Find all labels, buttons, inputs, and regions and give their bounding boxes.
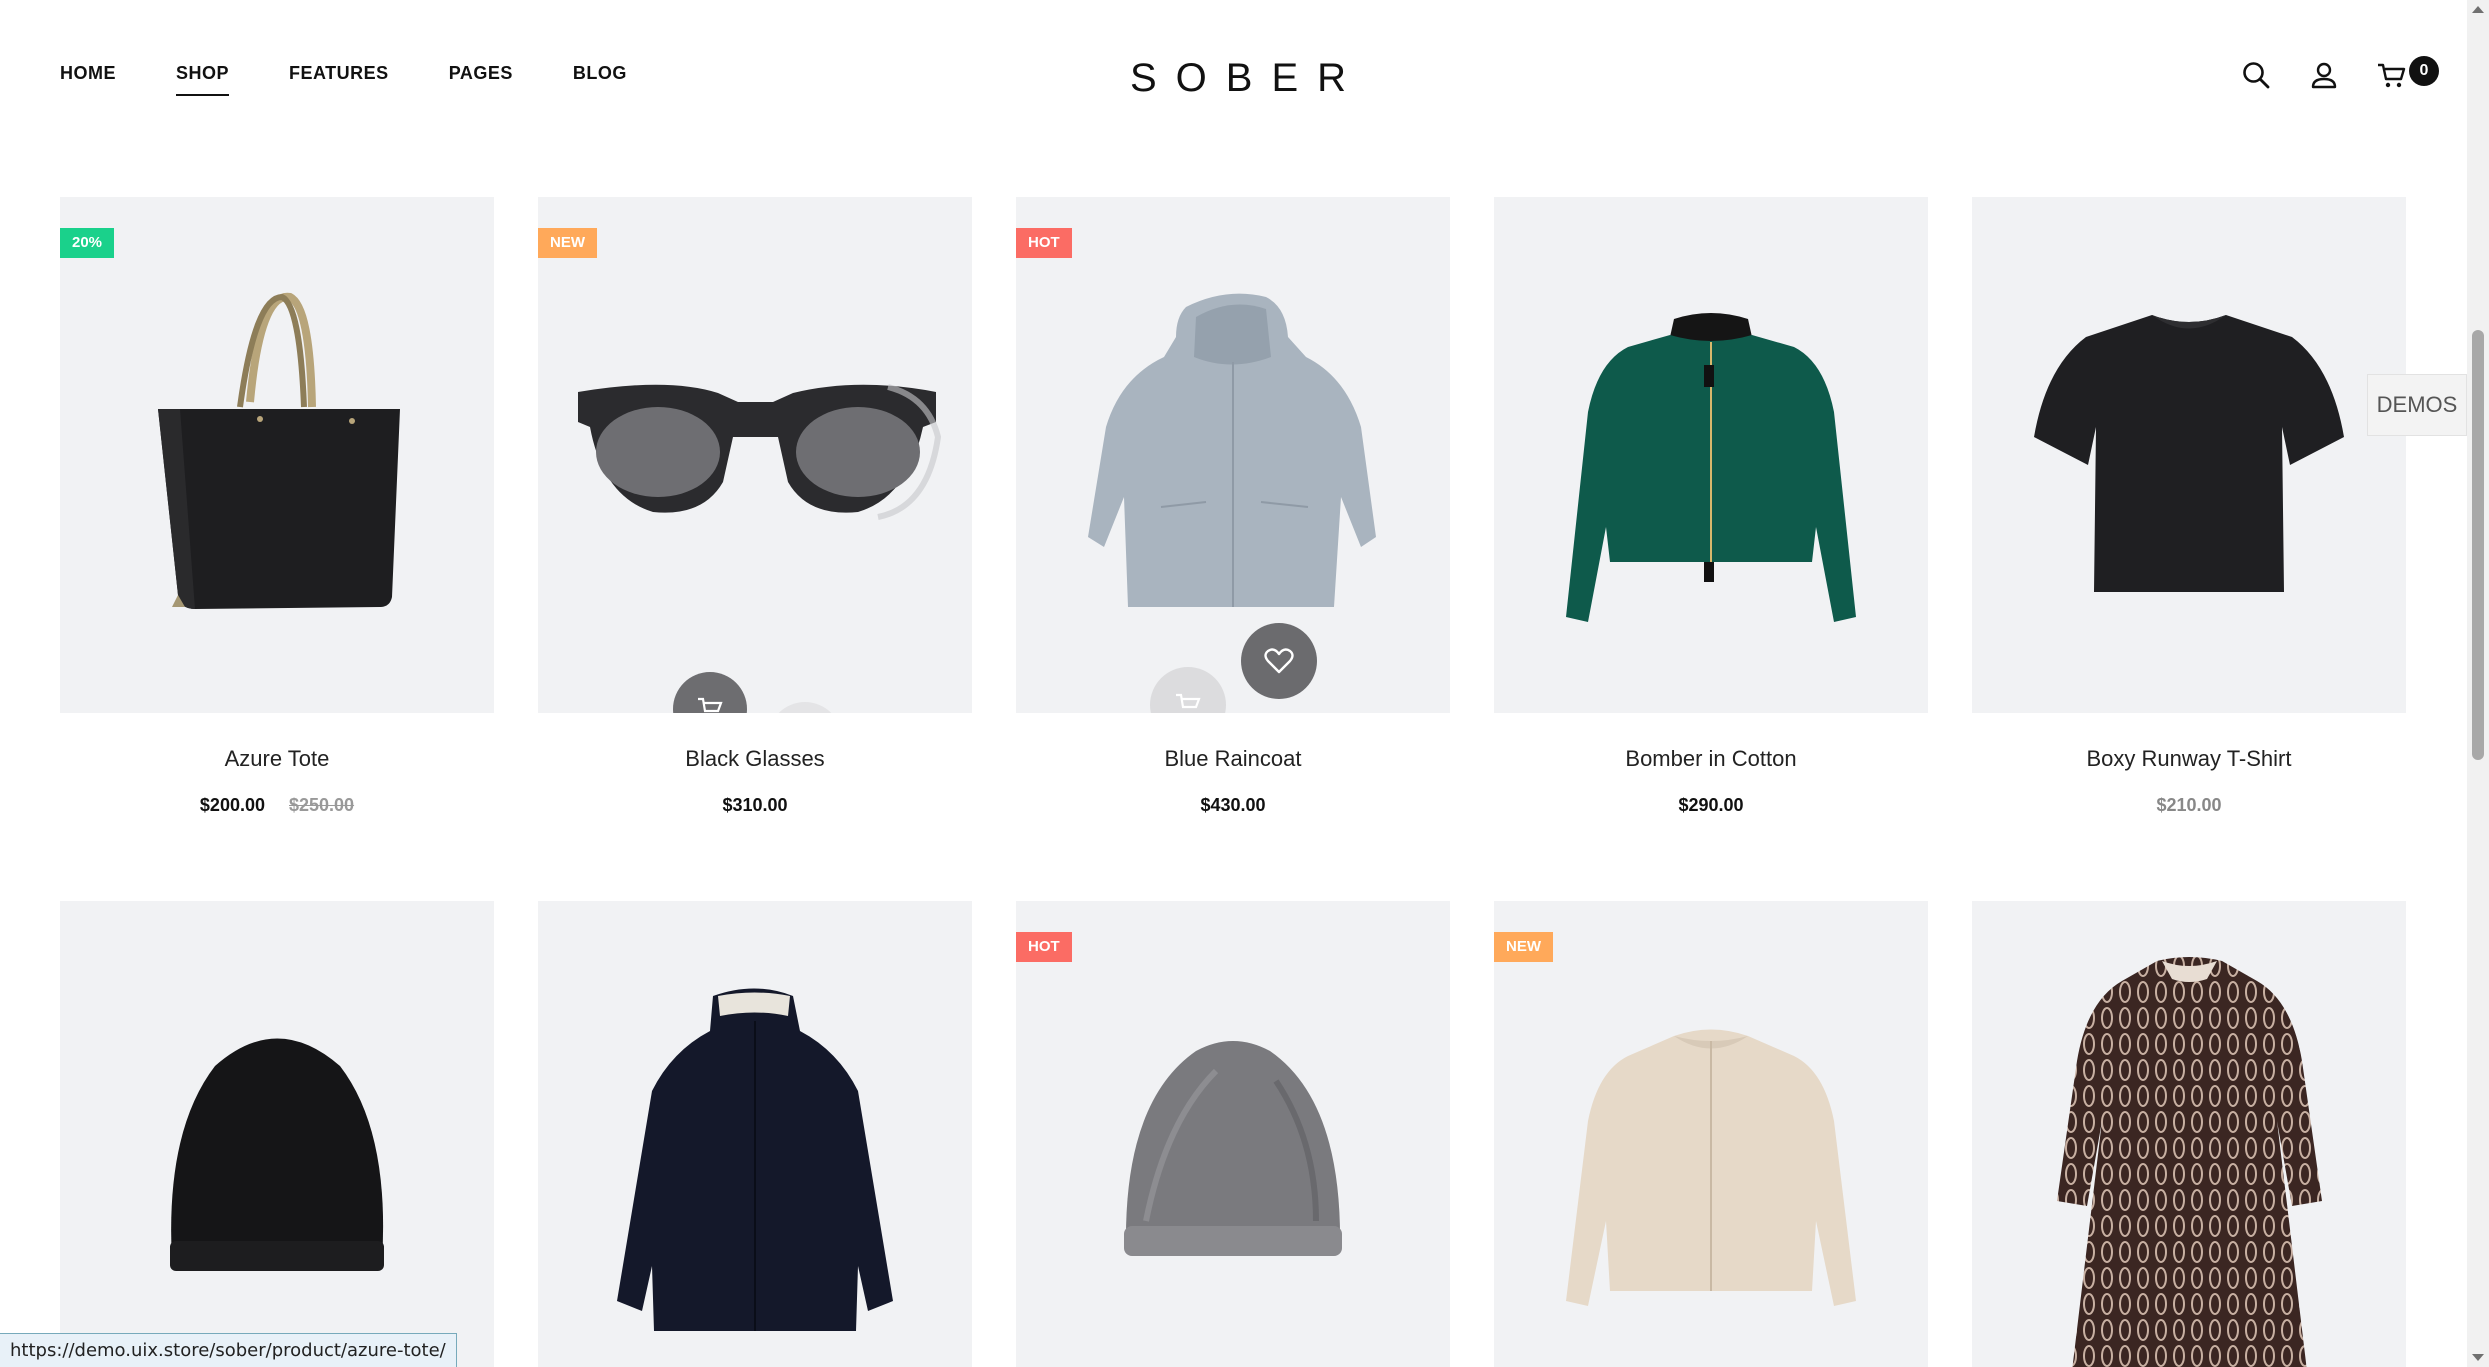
hot-badge: HOT	[1016, 228, 1072, 258]
product-image[interactable]	[538, 901, 972, 1367]
cart-button[interactable]: 0	[2375, 56, 2439, 92]
nav-blog[interactable]: BLOG	[573, 63, 627, 94]
product-price: $200.00 $250.00	[60, 795, 494, 816]
product-price: $310.00	[722, 795, 788, 815]
product-image[interactable]: NEW	[1494, 901, 1928, 1367]
product-image[interactable]	[1972, 901, 2406, 1367]
beanie-grey-image	[1124, 1041, 1342, 1256]
beige-jacket-image	[1566, 1029, 1856, 1306]
tote-bag-image	[158, 292, 400, 609]
hot-badge: HOT	[1016, 932, 1072, 962]
t-shirt-image	[2034, 315, 2344, 592]
regular-price: $250.00	[289, 795, 355, 815]
product-card[interactable]: Bomber in Cotton $290.00	[1494, 197, 1928, 815]
link-status-bar: https://demo.uix.store/sober/product/azu…	[0, 1333, 457, 1367]
cart-icon	[1176, 693, 1201, 709]
product-card[interactable]: HOT	[1016, 901, 1450, 1367]
raincoat-image	[1088, 293, 1376, 607]
site-logo[interactable]: SOBER	[1130, 50, 1346, 106]
product-name[interactable]: Blue Raincoat	[1016, 746, 1450, 772]
product-card[interactable]	[1972, 901, 2406, 1367]
parka-image	[617, 988, 893, 1331]
sale-badge: 20%	[60, 228, 115, 258]
page-scrollbar[interactable]	[2467, 0, 2489, 1367]
product-card[interactable]	[538, 901, 972, 1367]
product-name[interactable]: Black Glasses	[538, 746, 972, 772]
product-name[interactable]: Azure Tote	[60, 746, 494, 772]
product-image[interactable]	[1972, 197, 2406, 713]
product-name[interactable]: Boxy Runway T-Shirt	[1972, 746, 2406, 772]
product-card[interactable]: NEW	[1494, 901, 1928, 1367]
cart-count-badge: 0	[2409, 56, 2439, 86]
product-card[interactable]: Boxy Runway T-Shirt $210.00	[1972, 197, 2406, 815]
search-icon[interactable]	[2239, 58, 2273, 92]
nav-shop[interactable]: SHOP	[176, 63, 230, 96]
nav-pages[interactable]: PAGES	[449, 63, 513, 94]
beanie-black-image	[170, 1038, 384, 1271]
product-image[interactable]: HOT	[1016, 901, 1450, 1367]
product-image[interactable]: HOT	[1016, 197, 1450, 713]
product-price: $430.00	[1200, 795, 1266, 815]
account-icon[interactable]	[2307, 58, 2341, 92]
scroll-down-icon[interactable]	[2472, 1354, 2484, 1361]
header-actions: 0	[2239, 56, 2439, 92]
product-card[interactable]: NEW Black Glasses $310.00	[538, 197, 972, 815]
product-price: $290.00	[1678, 795, 1744, 815]
scrollbar-thumb[interactable]	[2472, 330, 2484, 760]
sunglasses-image	[578, 384, 942, 520]
product-image[interactable]: 20%	[60, 197, 494, 713]
demos-tab[interactable]: DEMOS	[2367, 374, 2467, 436]
product-card[interactable]: HOT Blue Raincoat $430.00	[1016, 197, 1450, 815]
product-card[interactable]	[60, 901, 494, 1367]
site-header: HOME SHOP FEATURES PAGES BLOG SOBER 0	[0, 0, 2489, 150]
wishlist-button[interactable]	[1241, 623, 1317, 699]
product-image[interactable]	[1494, 197, 1928, 713]
product-price: $210.00	[2156, 795, 2222, 815]
product-image[interactable]: NEW	[538, 197, 972, 713]
cart-icon	[698, 697, 723, 713]
product-name[interactable]: Bomber in Cotton	[1494, 746, 1928, 772]
new-badge: NEW	[538, 228, 597, 258]
nav-home[interactable]: HOME	[60, 63, 116, 94]
nav-features[interactable]: FEATURES	[289, 63, 389, 94]
scroll-up-icon[interactable]	[2472, 6, 2484, 13]
product-image[interactable]	[60, 901, 494, 1367]
main-nav: HOME SHOP FEATURES PAGES BLOG	[60, 63, 687, 96]
bomber-jacket-image	[1566, 313, 1856, 622]
product-card[interactable]: 20% Azure Tote $200.00 $250.00	[60, 197, 494, 815]
cart-icon	[2375, 58, 2409, 92]
heart-icon	[1264, 648, 1294, 674]
new-badge: NEW	[1494, 932, 1553, 962]
patterned-dress-image	[2057, 957, 2322, 1367]
sale-price: $200.00	[199, 795, 265, 815]
